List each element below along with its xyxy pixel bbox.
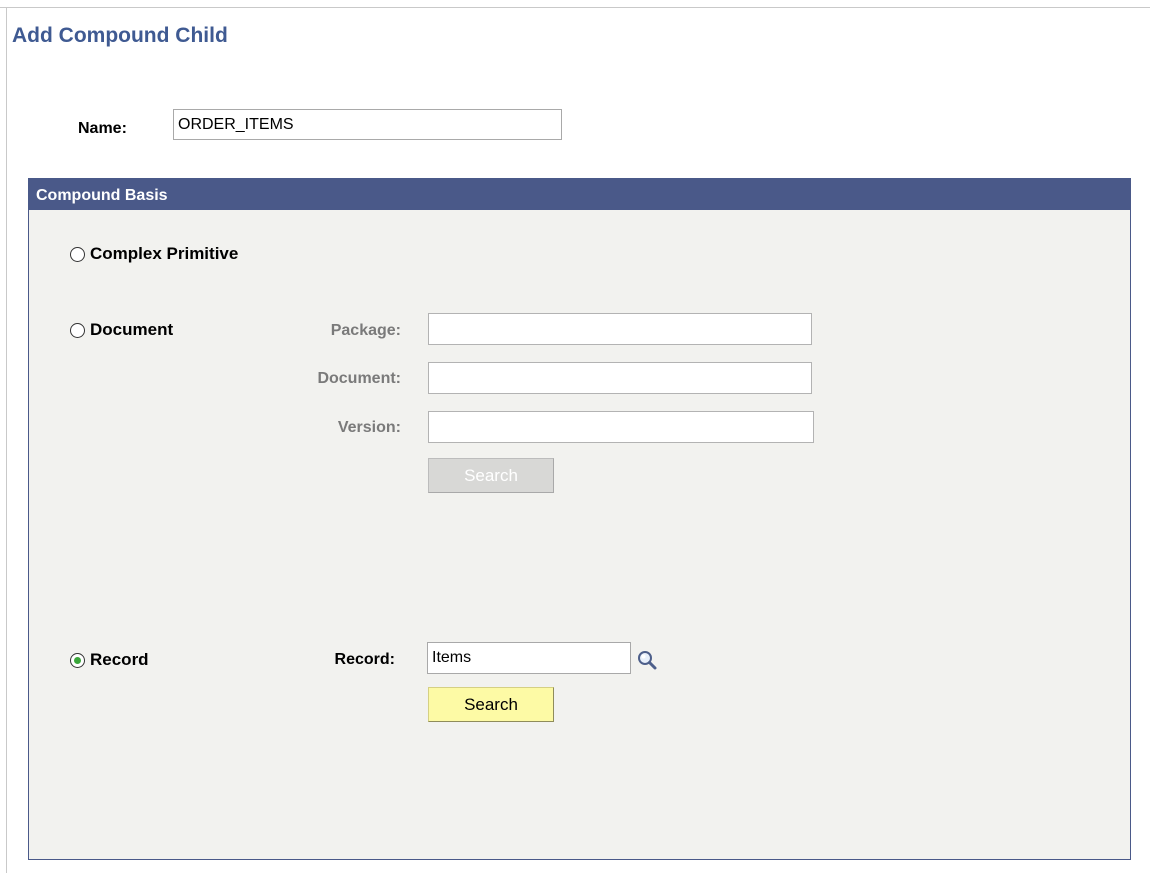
document-radio[interactable] xyxy=(70,322,85,338)
page-title: Add Compound Child xyxy=(12,24,228,47)
record-radio-option[interactable]: Record xyxy=(70,649,149,671)
frame-top-border xyxy=(0,7,1150,8)
name-label: Name: xyxy=(78,120,127,137)
record-option-label: Record xyxy=(90,650,149,669)
frame-left-border xyxy=(6,7,7,873)
package-input[interactable] xyxy=(428,313,812,345)
complex-primitive-radio-option[interactable]: Complex Primitive xyxy=(70,243,238,265)
document-option-label: Document xyxy=(90,320,174,339)
complex-primitive-radio[interactable] xyxy=(70,246,85,262)
document-search-button[interactable]: Search xyxy=(428,458,554,493)
record-input[interactable] xyxy=(427,642,631,674)
version-input[interactable] xyxy=(428,411,814,443)
record-label: Record: xyxy=(334,651,395,668)
document-radio-option[interactable]: Document xyxy=(70,319,173,341)
record-radio[interactable] xyxy=(70,652,85,668)
record-search-button[interactable]: Search xyxy=(428,687,554,722)
name-input[interactable] xyxy=(173,109,562,140)
compound-basis-header: Compound Basis xyxy=(29,179,1130,210)
complex-primitive-label: Complex Primitive xyxy=(90,244,239,263)
version-label: Version: xyxy=(337,419,401,436)
compound-basis-group: Compound Basis xyxy=(28,178,1131,860)
package-label: Package: xyxy=(330,322,401,339)
magnifying-glass-icon[interactable] xyxy=(636,649,658,671)
document-label: Document: xyxy=(317,370,401,387)
document-input[interactable] xyxy=(428,362,812,394)
